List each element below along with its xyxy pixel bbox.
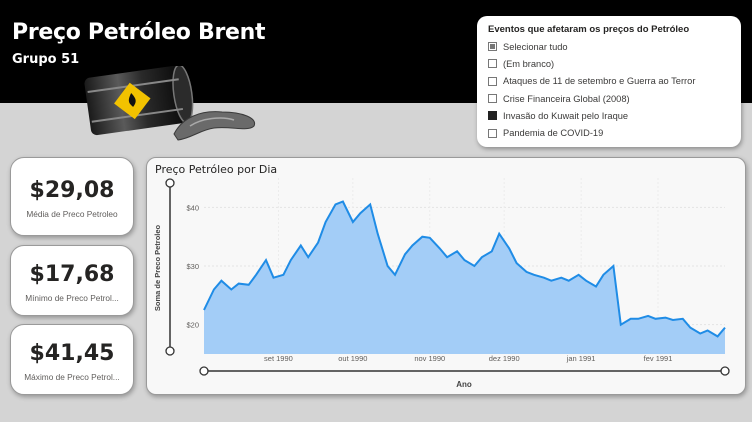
y-tick-label: $30	[186, 262, 199, 271]
x-tick-label: nov 1990	[414, 354, 445, 363]
slicer-item-label: Ataques de 11 de setembro e Guerra ao Te…	[503, 76, 696, 87]
y-axis-label: Soma de Preco Petroleo	[153, 224, 162, 311]
y-axis-ticks: $20 $30 $40	[186, 203, 199, 329]
x-axis-ticks: set 1990 out 1990 nov 1990 dez 1990 jan 1991…	[264, 354, 672, 363]
x-tick-label: out 1990	[338, 354, 367, 363]
x-axis-label: Ano	[456, 380, 472, 389]
page-title: Preço Petróleo Brent	[12, 20, 266, 45]
kpi-label: Mínimo de Preco Petrol...	[25, 293, 119, 303]
kpi-value: $41,45	[29, 341, 115, 366]
checkbox[interactable]	[488, 76, 497, 86]
oil-barrel-icon	[84, 66, 256, 141]
events-slicer[interactable]: Eventos que afetaram os preços do Petról…	[477, 16, 741, 147]
slicer-item-select-all[interactable]: Selecionar tudo	[488, 38, 730, 55]
checkbox-checked[interactable]	[488, 111, 497, 121]
kpi-card-maximum: $41,45 Máximo de Preco Petrol...	[10, 324, 134, 395]
y-tick-label: $20	[186, 321, 199, 330]
slicer-item-label: Crise Financeira Global (2008)	[503, 93, 630, 104]
slicer-item-sept11[interactable]: Ataques de 11 de setembro e Guerra ao Te…	[488, 73, 730, 90]
slicer-item-kuwait[interactable]: Invasão do Kuwait pelo Iraque	[488, 107, 730, 124]
kpi-label: Média de Preco Petroleo	[26, 209, 118, 219]
kpi-value: $17,68	[29, 262, 115, 287]
price-chart-panel: Preço Petróleo por Dia $20 $30 $40 set 199…	[146, 157, 746, 395]
kpi-value: $29,08	[29, 178, 115, 203]
slicer-item-label: (Em branco)	[503, 58, 555, 69]
slicer-item-label: Invasão do Kuwait pelo Iraque	[503, 110, 629, 121]
slicer-item-covid[interactable]: Pandemia de COVID-19	[488, 124, 730, 141]
price-area-chart[interactable]: $20 $30 $40 set 1990 out 1990 nov 1990 dez 19…	[147, 158, 747, 396]
page-subtitle: Grupo 51	[12, 52, 80, 67]
y-tick-label: $40	[186, 203, 199, 212]
slicer-item-label: Selecionar tudo	[503, 41, 568, 52]
x-tick-label: jan 1991	[566, 354, 596, 363]
kpi-label: Máximo de Preco Petrol...	[24, 372, 120, 382]
x-range-slider-handle-left[interactable]	[199, 366, 209, 376]
slicer-title: Eventos que afetaram os preços do Petról…	[488, 24, 690, 35]
kpi-card-minimum: $17,68 Mínimo de Preco Petrol...	[10, 245, 134, 316]
checkbox[interactable]	[488, 94, 497, 104]
price-area	[204, 201, 725, 354]
x-range-slider-handle-right[interactable]	[720, 366, 730, 376]
checkbox[interactable]	[488, 128, 497, 138]
kpi-card-average: $29,08 Média de Preco Petroleo	[10, 157, 134, 236]
x-tick-label: fev 1991	[644, 354, 673, 363]
checkbox-partial[interactable]	[488, 42, 497, 52]
x-tick-label: dez 1990	[489, 354, 520, 363]
y-range-slider-handle-bottom[interactable]	[165, 346, 175, 356]
slicer-item-label: Pandemia de COVID-19	[503, 128, 604, 139]
y-range-slider-handle-top[interactable]	[165, 178, 175, 188]
x-tick-label: set 1990	[264, 354, 293, 363]
slicer-item-blank[interactable]: (Em branco)	[488, 55, 730, 72]
checkbox[interactable]	[488, 59, 497, 69]
slicer-item-financial-crisis[interactable]: Crise Financeira Global (2008)	[488, 90, 730, 107]
